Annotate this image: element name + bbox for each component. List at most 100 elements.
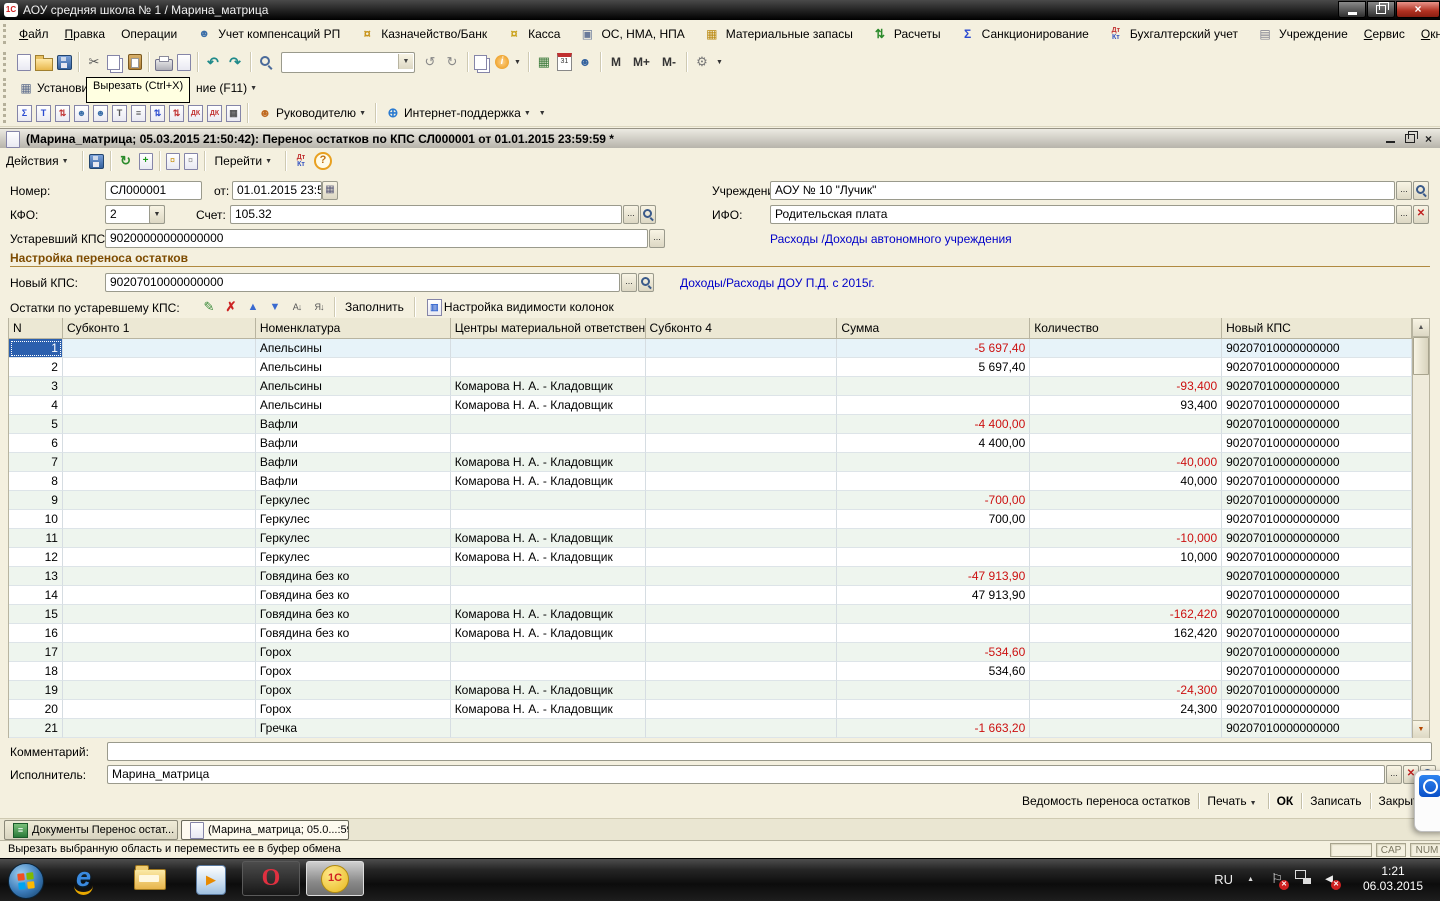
cell-subconto1[interactable] — [63, 719, 256, 738]
cell-new-kps[interactable]: 90207010000000000 — [1222, 472, 1412, 491]
cell-n[interactable]: 14 — [9, 586, 63, 605]
post-icon[interactable]: ¤ — [166, 153, 180, 170]
account-card-t-icon[interactable]: Т — [112, 105, 127, 122]
column-header[interactable]: Субконто 4 — [646, 318, 838, 339]
turnover-t-icon[interactable]: ⇅ — [150, 105, 165, 122]
cell-nomenclature[interactable]: Вафли — [256, 472, 451, 491]
menu-item-файл[interactable]: Файл — [11, 24, 57, 44]
cell-center[interactable]: Комарова Н. А. - Кладовщик — [451, 548, 646, 567]
services-icon[interactable]: ⚙ — [693, 53, 711, 71]
cell-nomenclature[interactable]: Апельсины — [256, 396, 451, 415]
table-row[interactable]: 20ГорохКомарова Н. А. - Кладовщик24,3009… — [9, 700, 1412, 719]
cell-new-kps[interactable]: 90207010000000000 — [1222, 586, 1412, 605]
cell-subconto4[interactable] — [646, 377, 838, 396]
cell-subconto1[interactable] — [63, 643, 256, 662]
copy-view-icon[interactable] — [474, 55, 487, 70]
redo-icon[interactable]: ↷ — [226, 53, 244, 71]
cell-qty[interactable] — [1030, 719, 1222, 738]
menu-item-бухгалтерский-учет[interactable]: ДтКтБухгалтерский учет — [1097, 22, 1246, 46]
cell-center[interactable] — [451, 415, 646, 434]
cell-center[interactable] — [451, 434, 646, 453]
cell-n[interactable]: 2 — [9, 358, 63, 377]
cell-center[interactable] — [451, 358, 646, 377]
restore-button[interactable] — [1367, 1, 1395, 18]
schet-input[interactable]: 105.32 — [230, 205, 622, 224]
teamviewer-panel[interactable] — [1414, 770, 1440, 832]
cell-qty[interactable]: -24,300 — [1030, 681, 1222, 700]
cell-nomenclature[interactable]: Горох — [256, 643, 451, 662]
cell-n[interactable]: 12 — [9, 548, 63, 567]
cell-subconto1[interactable] — [63, 662, 256, 681]
cell-nomenclature[interactable]: Говядина без ко — [256, 567, 451, 586]
table-row[interactable]: 9Геркулес-700,0090207010000000000 — [9, 491, 1412, 510]
cell-center[interactable] — [451, 662, 646, 681]
toolbar-grip[interactable] — [3, 103, 10, 123]
cell-qty[interactable] — [1030, 491, 1222, 510]
cell-nomenclature[interactable]: Вафли — [256, 434, 451, 453]
table-row[interactable]: 1Апельсины-5 697,4090207010000000000 — [9, 339, 1412, 358]
cell-sum[interactable]: 5 697,40 — [837, 358, 1030, 377]
footer-button-4[interactable]: Записать — [1302, 791, 1369, 811]
cell-center[interactable] — [451, 491, 646, 510]
cell-subconto4[interactable] — [646, 434, 838, 453]
find-prev-icon[interactable]: ↺ — [421, 53, 439, 71]
footer-button-2[interactable]: Печать▼ — [1199, 791, 1267, 811]
cell-subconto4[interactable] — [646, 700, 838, 719]
cell-qty[interactable]: -93,400 — [1030, 377, 1222, 396]
table-row[interactable]: 12ГеркулесКомарова Н. А. - Кладовщик10,0… — [9, 548, 1412, 567]
cell-subconto1[interactable] — [63, 510, 256, 529]
cell-center[interactable]: Комарова Н. А. - Кладовщик — [451, 624, 646, 643]
action-center-flag-icon[interactable]: ⚐✕ — [1268, 870, 1286, 888]
cell-sum[interactable]: 4 400,00 — [837, 434, 1030, 453]
volume-muted-icon[interactable]: ◄✕ — [1320, 870, 1338, 888]
cell-center[interactable] — [451, 510, 646, 529]
table-icon[interactable]: ▦ — [535, 53, 553, 71]
cell-nomenclature[interactable]: Геркулес — [256, 491, 451, 510]
chess-icon[interactable]: ▦ — [226, 105, 241, 122]
actions-menu-button[interactable]: Действия▼ — [0, 152, 78, 170]
table-scrollbar[interactable]: ▲ ▼ — [1412, 318, 1430, 738]
schet-ellipsis-button[interactable]: ... — [623, 205, 639, 224]
cell-subconto1[interactable] — [63, 339, 256, 358]
turnover-summary-t-icon[interactable]: Т — [36, 105, 51, 122]
dk-summary-icon[interactable]: ДК — [188, 105, 203, 122]
executor-ellipsis-button[interactable]: ... — [1386, 765, 1402, 784]
cell-subconto1[interactable] — [63, 472, 256, 491]
internet-explorer-icon[interactable]: e — [74, 862, 93, 895]
memory-button-m[interactable]: M — [605, 53, 627, 71]
cell-new-kps[interactable]: 90207010000000000 — [1222, 605, 1412, 624]
old-kps-ellipsis-button[interactable]: ... — [649, 229, 665, 248]
cell-new-kps[interactable]: 90207010000000000 — [1222, 434, 1412, 453]
column-header[interactable]: Сумма — [837, 318, 1030, 339]
cell-new-kps[interactable]: 90207010000000000 — [1222, 491, 1412, 510]
explorer-folder-icon[interactable] — [134, 869, 166, 890]
cell-subconto4[interactable] — [646, 681, 838, 700]
cell-center[interactable]: Комарова Н. А. - Кладовщик — [451, 681, 646, 700]
cell-qty[interactable]: 24,300 — [1030, 700, 1222, 719]
cell-qty[interactable] — [1030, 586, 1222, 605]
cell-subconto4[interactable] — [646, 510, 838, 529]
schet-search-button[interactable] — [640, 205, 656, 224]
cell-n[interactable]: 20 — [9, 700, 63, 719]
copy-icon[interactable] — [107, 55, 120, 70]
cell-nomenclature[interactable]: Апельсины — [256, 339, 451, 358]
menu-item-казначейство-банк[interactable]: ¤Казначейство/Банк — [348, 22, 495, 46]
menu-item-операции[interactable]: Операции — [113, 24, 185, 44]
cell-sum[interactable]: -47 913,90 — [837, 567, 1030, 586]
cell-subconto4[interactable] — [646, 396, 838, 415]
cell-sum[interactable] — [837, 605, 1030, 624]
cell-subconto1[interactable] — [63, 567, 256, 586]
print-icon[interactable] — [155, 59, 173, 71]
cell-n[interactable]: 9 — [9, 491, 63, 510]
cell-subconto4[interactable] — [646, 605, 838, 624]
cell-subconto4[interactable] — [646, 491, 838, 510]
cell-subconto4[interactable] — [646, 719, 838, 738]
cell-center[interactable] — [451, 339, 646, 358]
cell-n[interactable]: 15 — [9, 605, 63, 624]
calendar-icon[interactable]: 31 — [557, 53, 572, 71]
cell-subconto4[interactable] — [646, 624, 838, 643]
cell-subconto4[interactable] — [646, 358, 838, 377]
cell-qty[interactable] — [1030, 358, 1222, 377]
table-row[interactable]: 15Говядина без коКомарова Н. А. - Кладов… — [9, 605, 1412, 624]
cell-subconto1[interactable] — [63, 624, 256, 643]
